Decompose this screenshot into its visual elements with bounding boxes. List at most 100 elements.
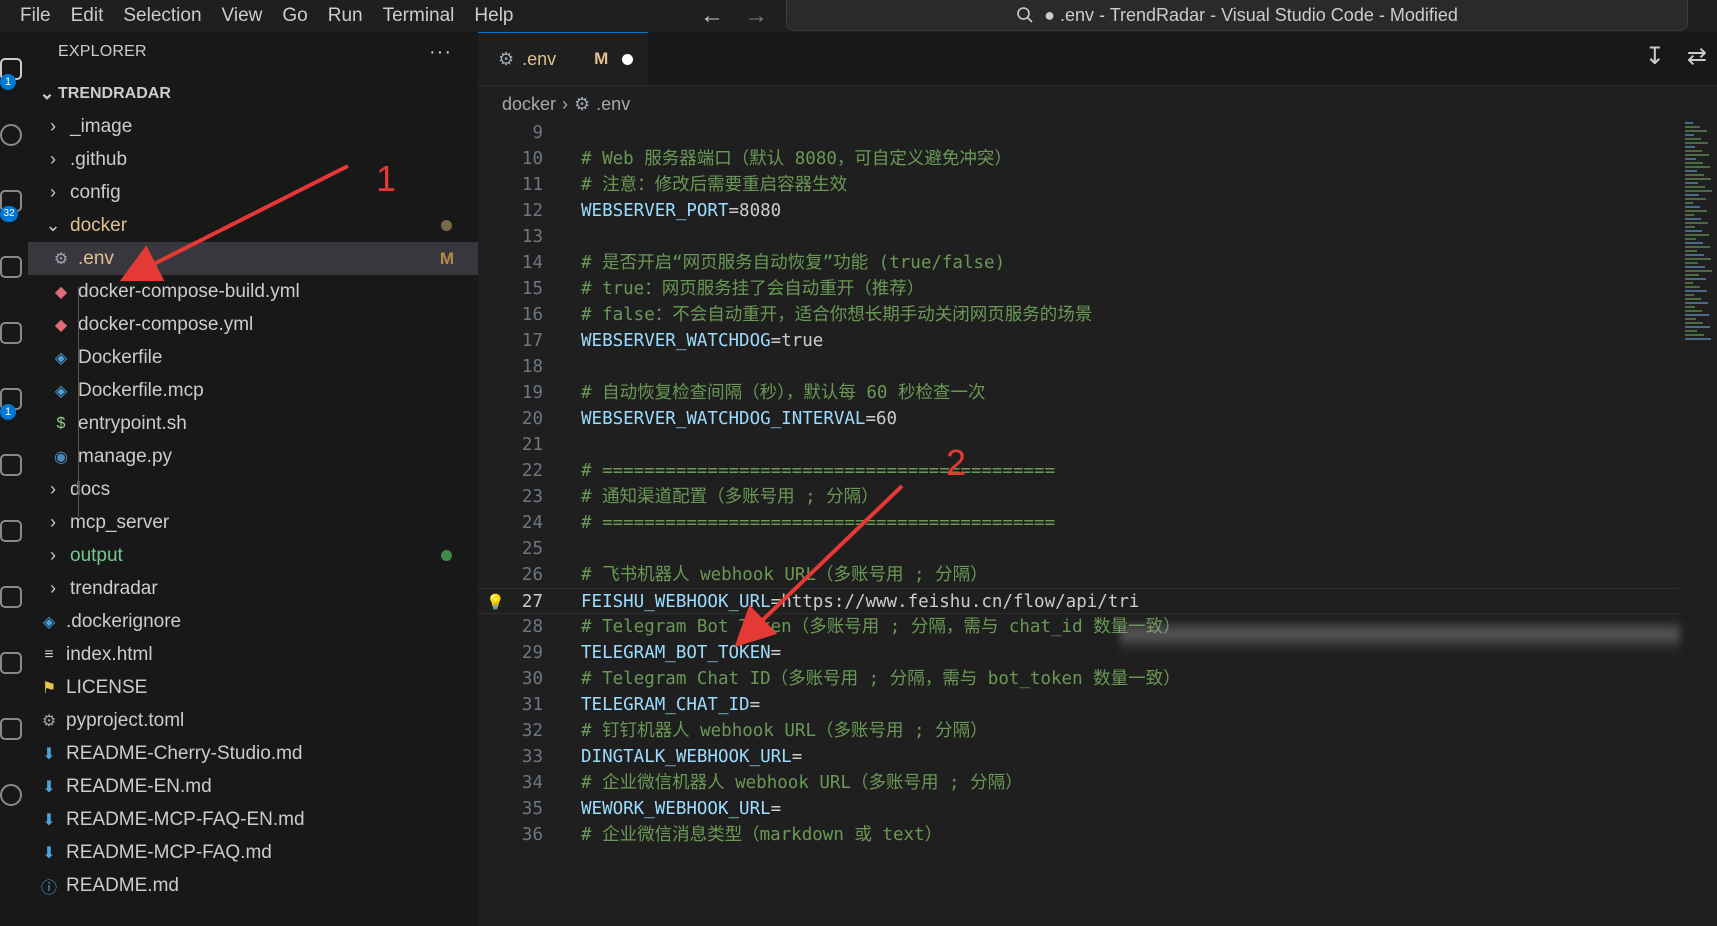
file-item[interactable]: ⬇ README-MCP-FAQ-EN.md <box>28 803 478 836</box>
chevron-right-icon: › <box>562 93 569 114</box>
code-line[interactable]: 34 # 企业微信机器人 webhook URL（多账号用 ; 分隔） <box>478 770 1678 796</box>
minimap-line <box>1685 302 1708 304</box>
containers-icon[interactable] <box>0 586 22 608</box>
file-item[interactable]: ◆ docker-compose-build.yml <box>28 275 478 308</box>
file-item[interactable]: ≡ index.html <box>28 638 478 671</box>
code-line[interactable]: 💡 27 FEISHU_WEBHOOK_URL=https://www.feishu… <box>478 588 1678 614</box>
folder-item[interactable]: ⌄ docker <box>28 209 478 242</box>
code-line[interactable]: 10 # Web 服务器端口（默认 8080，可自定义避免冲突） <box>478 146 1678 172</box>
code-line[interactable]: 33 DINGTALK_WEBHOOK_URL= <box>478 744 1678 770</box>
file-item[interactable]: ⬇ README-EN.md <box>28 770 478 803</box>
extensions-icon[interactable] <box>0 322 22 344</box>
source-control-badge: 32 <box>0 206 18 222</box>
run-debug-icon[interactable] <box>0 256 22 278</box>
back-arrow-icon[interactable]: ← <box>700 0 724 32</box>
menu-edit[interactable]: Edit <box>61 0 114 32</box>
file-item[interactable]: ⬇ README-Cherry-Studio.md <box>28 737 478 770</box>
minimap-line <box>1685 310 1702 312</box>
file-item[interactable]: $ entrypoint.sh <box>28 407 478 440</box>
breadcrumb-file[interactable]: .env <box>596 94 630 115</box>
command-center[interactable]: ● .env - TrendRadar - Visual Studio Code… <box>786 0 1688 31</box>
line-number: 19 <box>521 383 543 403</box>
unsaved-dot-icon[interactable] <box>622 53 634 65</box>
menu-view[interactable]: View <box>212 0 273 32</box>
tab-env-file[interactable]: ⚙ .env M <box>478 32 648 85</box>
code-line[interactable]: 30 # Telegram Chat ID（多账号用 ; 分隔，需与 bot_to… <box>478 666 1678 692</box>
env-key: TELEGRAM_BOT_TOKEN <box>581 643 771 663</box>
code-line[interactable]: 35 WEWORK_WEBHOOK_URL= <box>478 796 1678 822</box>
code-line[interactable]: 20 WEBSERVER_WATCHDOG_INTERVAL=60 <box>478 406 1678 432</box>
chevron-right-icon: › <box>50 512 56 532</box>
testing-icon[interactable] <box>0 454 22 476</box>
code-line[interactable]: 15 # true：网页服务挂了会自动重开（推荐） <box>478 276 1678 302</box>
code-editor[interactable]: 9 10 # Web 服务器端口（默认 8080，可自定义避免冲突） 11 # 注意：修… <box>478 122 1717 926</box>
menu-run[interactable]: Run <box>318 0 373 32</box>
line-number: 28 <box>521 617 543 637</box>
folder-item[interactable]: › config <box>28 176 478 209</box>
code-line[interactable]: 26 # 飞书机器人 webhook URL（多账号用 ; 分隔） <box>478 562 1678 588</box>
code-line[interactable]: 22 # ====================================… <box>478 458 1678 484</box>
code-line[interactable]: 18 <box>478 354 1678 380</box>
code-line[interactable]: 17 WEBSERVER_WATCHDOG=true <box>478 328 1678 354</box>
minimap-line <box>1685 238 1696 240</box>
compare-changes-icon[interactable]: ⇄ <box>1687 42 1707 71</box>
file-item[interactable]: ◈ Dockerfile <box>28 341 478 374</box>
folder-item[interactable]: › .github <box>28 143 478 176</box>
minimap[interactable] <box>1681 122 1717 342</box>
file-item[interactable]: ⓘ README.md <box>28 869 478 902</box>
code-line[interactable]: 36 # 企业微信消息类型（markdown 或 text） <box>478 822 1678 848</box>
gear-icon: ⚙ <box>53 250 69 268</box>
file-item[interactable]: ⬇ README-MCP-FAQ.md <box>28 836 478 869</box>
database-icon[interactable] <box>0 652 22 674</box>
file-item[interactable]: ⚙ pyproject.toml <box>28 704 478 737</box>
folder-item[interactable]: › trendradar <box>28 572 478 605</box>
more-actions-icon[interactable]: ··· <box>429 41 452 64</box>
code-line[interactable]: 31 TELEGRAM_CHAT_ID= <box>478 692 1678 718</box>
folder-item[interactable]: › _image <box>28 110 478 143</box>
code-line[interactable]: 9 <box>478 120 1678 146</box>
docker-icon[interactable] <box>0 520 22 542</box>
tab-bar: ⚙ .env M ↧ ⇄ <box>478 32 1717 86</box>
code-line[interactable]: 24 # ====================================… <box>478 510 1678 536</box>
accounts-icon[interactable] <box>0 784 22 806</box>
navigation-arrows: ← → <box>700 0 768 32</box>
search-view-icon[interactable] <box>0 124 22 146</box>
folder-item[interactable]: › docs <box>28 473 478 506</box>
cursor-icon[interactable]: ↧ <box>1645 42 1665 71</box>
file-item[interactable]: ◈ Dockerfile.mcp <box>28 374 478 407</box>
code-line[interactable]: 21 <box>478 432 1678 458</box>
env-value: = <box>770 799 782 819</box>
root-folder[interactable]: ⌄ TRENDRADAR <box>28 77 478 110</box>
code-line[interactable]: 32 # 钉钉机器人 webhook URL（多账号用 ; 分隔） <box>478 718 1678 744</box>
file-item[interactable]: ◉ manage.py <box>28 440 478 473</box>
file-item[interactable]: ◆ docker-compose.yml <box>28 308 478 341</box>
code-line[interactable]: 14 # 是否开启“网页服务自动恢复”功能 (true/false) <box>478 250 1678 276</box>
code-line[interactable]: 16 # false：不会自动重开，适合你想长期手动关闭网页服务的场景 <box>478 302 1678 328</box>
forward-arrow-icon[interactable]: → <box>744 0 768 32</box>
minimap-line <box>1685 146 1695 148</box>
menu-terminal[interactable]: Terminal <box>373 0 465 32</box>
file-item[interactable]: ⚑ LICENSE <box>28 671 478 704</box>
file-item[interactable]: ⚙ .env M <box>28 242 478 275</box>
minimap-line <box>1685 234 1709 236</box>
file-item[interactable]: ◈ .dockerignore <box>28 605 478 638</box>
code-line[interactable]: 25 <box>478 536 1678 562</box>
code-line[interactable]: 19 # 自动恢复检查间隔（秒），默认每 60 秒检查一次 <box>478 380 1678 406</box>
code-comment: # 通知渠道配置（多账号用 ; 分隔） <box>581 487 879 507</box>
code-line[interactable]: 11 # 注意：修改后需要重启容器生效 <box>478 172 1678 198</box>
tree-item-label: .github <box>70 148 128 170</box>
menu-help[interactable]: Help <box>464 0 523 32</box>
folder-item[interactable]: › mcp_server <box>28 506 478 539</box>
folder-item[interactable]: › output <box>28 539 478 572</box>
code-line[interactable]: 13 <box>478 224 1678 250</box>
code-comment: # 是否开启“网页服务自动恢复”功能 (true/false) <box>581 253 1006 273</box>
minimap-line <box>1685 278 1706 280</box>
line-number: 33 <box>521 747 543 767</box>
menu-go[interactable]: Go <box>272 0 317 32</box>
menu-selection[interactable]: Selection <box>113 0 211 32</box>
code-line[interactable]: 23 # 通知渠道配置（多账号用 ; 分隔） <box>478 484 1678 510</box>
breadcrumb-folder[interactable]: docker <box>502 94 556 115</box>
code-line[interactable]: 12 WEBSERVER_PORT=8080 <box>478 198 1678 224</box>
chat-icon[interactable] <box>0 718 22 740</box>
menu-file[interactable]: File <box>10 0 61 32</box>
